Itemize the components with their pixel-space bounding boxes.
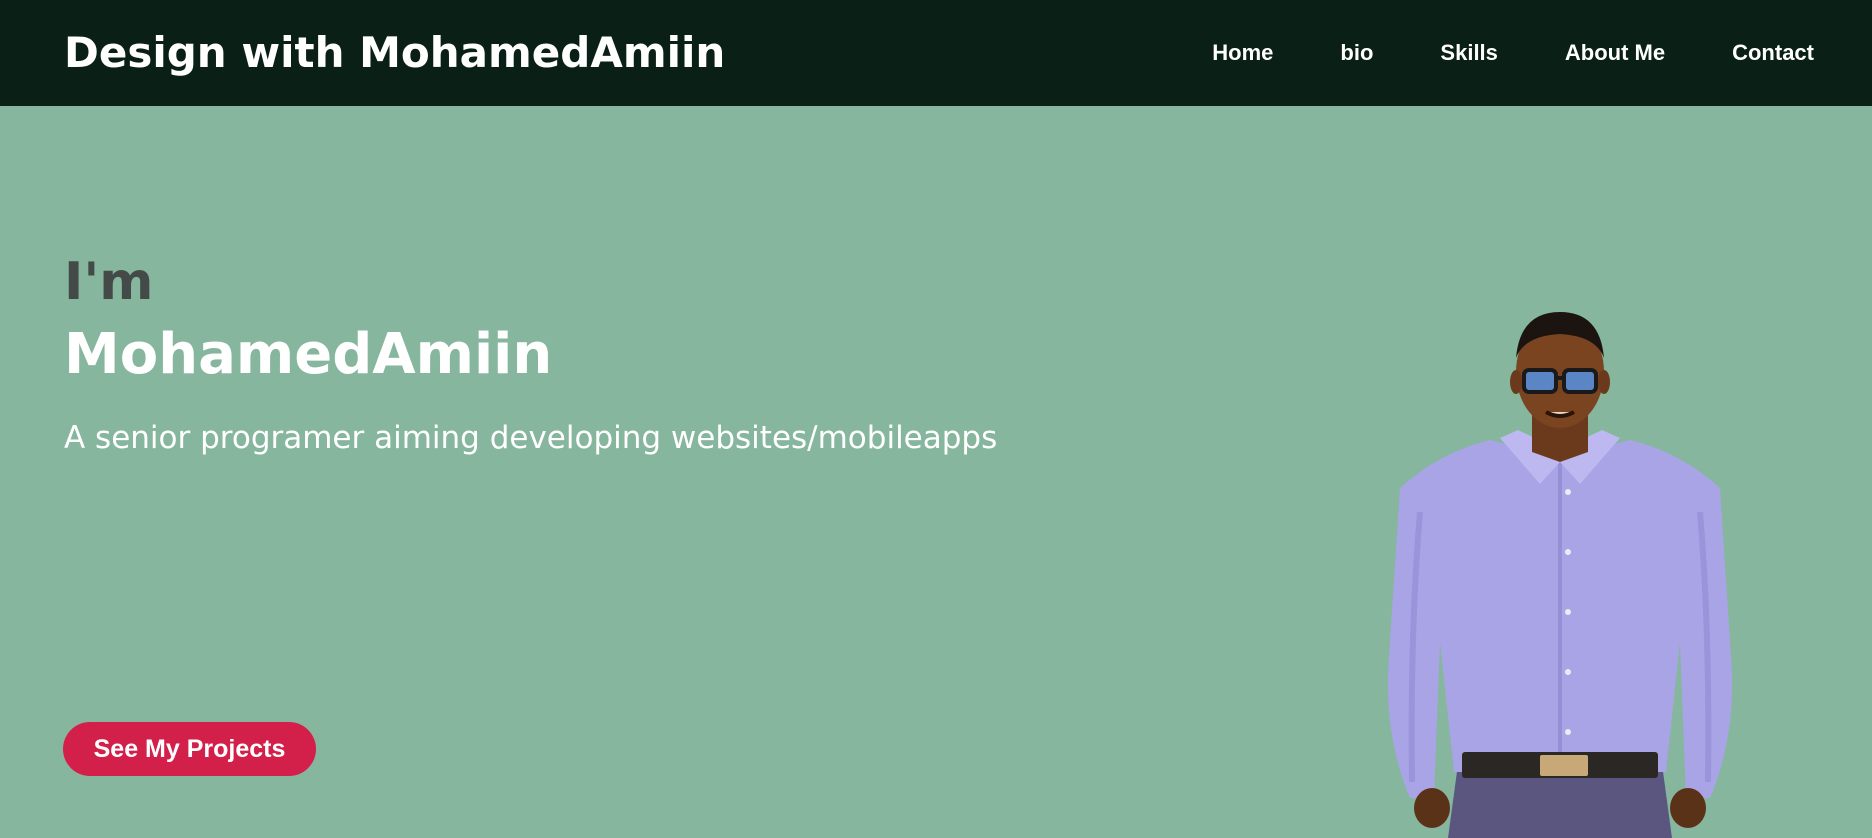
nav-about-me[interactable]: About Me — [1565, 40, 1665, 66]
profile-photo — [1387, 312, 1733, 838]
nav-bio[interactable]: bio — [1340, 40, 1373, 66]
nav-contact[interactable]: Contact — [1732, 40, 1814, 66]
hero-tagline: A senior programer aiming developing web… — [64, 420, 998, 456]
site-header: Design with MohamedAmiin Home bio Skills… — [0, 0, 1872, 106]
see-projects-button[interactable]: See My Projects — [63, 722, 316, 776]
nav-skills[interactable]: Skills — [1440, 40, 1497, 66]
hero-name: MohamedAmiin — [64, 322, 553, 387]
hero-section: I'm MohamedAmiin A senior programer aimi… — [0, 106, 1872, 838]
main-nav: Home bio Skills About Me Contact — [1212, 40, 1814, 66]
nav-home[interactable]: Home — [1212, 40, 1273, 66]
site-brand[interactable]: Design with MohamedAmiin — [64, 28, 725, 77]
hero-intro: I'm — [64, 252, 154, 312]
